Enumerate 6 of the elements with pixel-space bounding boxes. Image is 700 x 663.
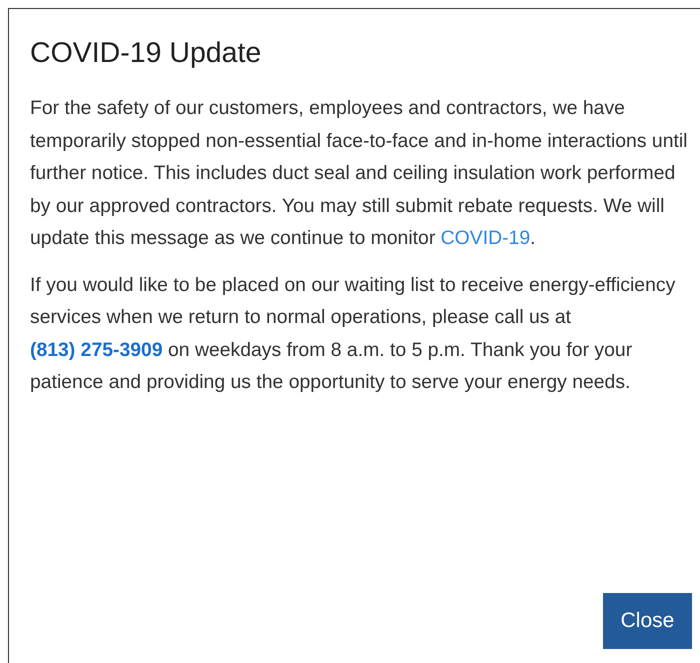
- dialog-title: COVID-19 Update: [30, 37, 262, 70]
- paragraph: For the safety of our customers, employees and contractors, we have temporarily stopped non-essential face-to-face and in-home interactions until further notice. This includes duct seal and ceiling insulation work performed by our approved contractors. You may still submit rebate requests. We will update this message as we continue to monitor COVID-19.: [30, 96, 688, 251]
- close-button[interactable]: Close: [603, 593, 692, 649]
- phone-link[interactable]: (813) 275-3909: [30, 338, 163, 360]
- paragraph: If you would like to be placed on our waiting list to receive energy-efficiency services when we return to normal operations, please call us at (813) 275-3909 on weekdays from 8 a.m. to 5 p.m. Thank you for your patience and providing us the opportunity to serve your energy needs.: [30, 272, 676, 395]
- link[interactable]: COVID-19: [440, 227, 530, 249]
